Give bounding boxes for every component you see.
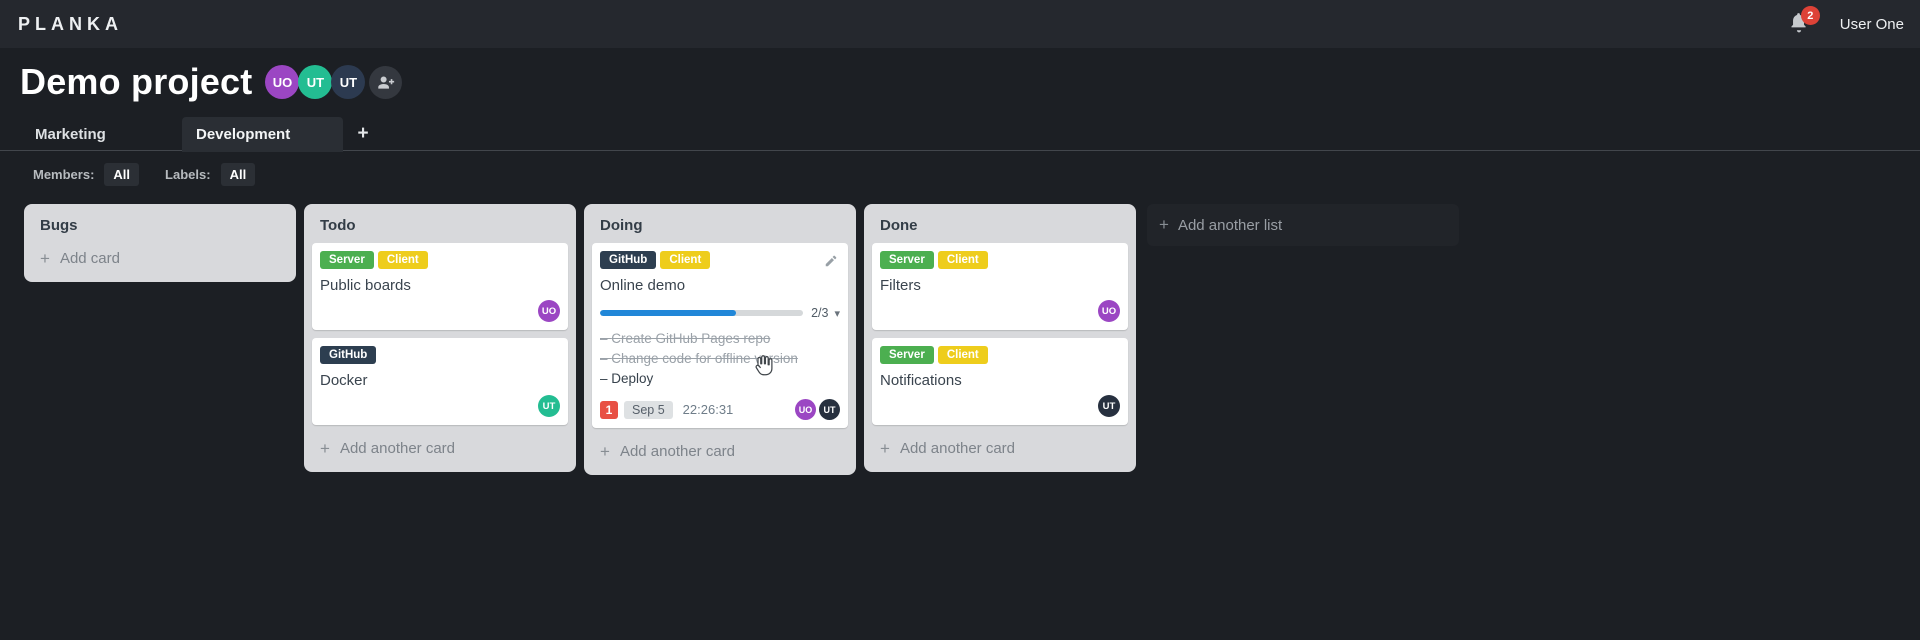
- task-item: Deploy: [600, 369, 840, 389]
- labels-filter-label: Labels:: [165, 166, 211, 182]
- task-progress: 2/3 ▾: [600, 306, 840, 320]
- notifications-button[interactable]: 2: [1788, 6, 1820, 36]
- add-card-label: Add another card: [899, 440, 1016, 457]
- label-github: GitHub: [320, 346, 377, 364]
- chevron-down-icon[interactable]: ▾: [834, 307, 840, 320]
- card-members: UT: [880, 395, 1120, 417]
- due-date-badge[interactable]: Sep 5: [624, 400, 673, 419]
- card-docker[interactable]: GitHub Docker UT: [312, 338, 568, 425]
- app-logo[interactable]: PLANKA: [18, 14, 123, 35]
- member-avatar[interactable]: UO: [265, 65, 300, 99]
- member-avatar: UT: [538, 395, 560, 417]
- member-avatar: UO: [1098, 300, 1120, 322]
- list-done: Done Server Client Filters UO Server Cli…: [864, 204, 1136, 472]
- list-bugs: Bugs + Add card: [24, 204, 296, 282]
- timer-value[interactable]: 22:26:31: [683, 402, 734, 417]
- card-title: Public boards: [320, 277, 411, 294]
- label-client: Client: [377, 251, 428, 269]
- label-server: Server: [880, 251, 934, 269]
- list-title[interactable]: Doing: [592, 212, 848, 243]
- add-card-label: Add card: [59, 250, 120, 267]
- member-avatar[interactable]: UT: [331, 65, 366, 99]
- card-footer: 1 Sep 5 22:26:31 UO UT: [600, 399, 840, 420]
- board-tabs: Marketing Development +: [0, 117, 1920, 152]
- members-filter-value[interactable]: All: [104, 162, 140, 186]
- card-title: Filters: [880, 277, 921, 294]
- labels-filter-value[interactable]: All: [220, 162, 256, 186]
- card-labels: Server Client: [880, 346, 1120, 364]
- task-item: Create GitHub Pages repo: [600, 329, 840, 349]
- label-github: GitHub: [600, 251, 657, 269]
- plus-icon: +: [1159, 215, 1169, 234]
- member-avatar: UO: [538, 300, 560, 322]
- card-labels: Server Client: [320, 251, 560, 269]
- add-member-button[interactable]: [369, 65, 403, 99]
- add-list-label: Add another list: [1177, 216, 1283, 234]
- card-members: UT: [320, 395, 560, 417]
- task-item: Change code for offline version: [600, 349, 840, 369]
- card-notifications[interactable]: Server Client Notifications UT: [872, 338, 1128, 425]
- list-title[interactable]: Done: [872, 212, 1128, 243]
- add-card-label: Add another card: [619, 443, 736, 460]
- member-avatar: UT: [819, 399, 840, 420]
- edit-card-button[interactable]: [824, 254, 838, 273]
- topbar-right: 2 User One: [1788, 6, 1904, 36]
- add-another-card-button[interactable]: + Add another card: [872, 433, 1128, 464]
- task-list: Create GitHub Pages repo Change code for…: [600, 329, 840, 389]
- card-members: UO: [320, 300, 560, 322]
- pencil-icon: [825, 255, 837, 267]
- add-another-list-button[interactable]: + Add another list: [1147, 204, 1459, 246]
- add-card-label: Add another card: [339, 440, 456, 457]
- add-another-card-button[interactable]: + Add another card: [592, 436, 848, 467]
- project-header: Demo project UO UT UT: [0, 48, 1920, 116]
- person-plus-icon: [378, 76, 395, 89]
- progress-count: 2/3: [811, 306, 829, 320]
- plus-icon: +: [320, 438, 330, 458]
- card-members: UO UT: [795, 399, 840, 420]
- label-server: Server: [880, 346, 934, 364]
- project-members: UO UT UT: [265, 65, 403, 99]
- notification-badge: 2: [1800, 6, 1820, 25]
- card-public-boards[interactable]: Server Client Public boards UO: [312, 243, 568, 330]
- label-client: Client: [937, 251, 988, 269]
- card-labels: GitHub Client: [600, 251, 840, 269]
- card-notification-badge: 1: [600, 400, 618, 419]
- tab-marketing[interactable]: Marketing: [21, 117, 182, 151]
- plus-icon: +: [880, 438, 890, 458]
- card-members: UO: [880, 300, 1120, 322]
- member-avatar[interactable]: UT: [298, 65, 333, 99]
- plus-icon: +: [600, 441, 610, 461]
- add-another-card-button[interactable]: + Add another card: [312, 433, 568, 464]
- member-avatar: UT: [1098, 395, 1120, 417]
- card-title: Online demo: [600, 277, 686, 294]
- card-title: Docker: [320, 372, 368, 389]
- members-filter-label: Members:: [33, 166, 95, 182]
- user-menu[interactable]: User One: [1840, 16, 1904, 33]
- tab-development[interactable]: Development: [182, 117, 343, 152]
- progress-bar: [600, 310, 804, 316]
- card-online-demo[interactable]: GitHub Client Online demo 2/3 ▾ Create G…: [592, 243, 848, 428]
- card-labels: GitHub: [320, 346, 560, 364]
- list-title[interactable]: Bugs: [32, 212, 288, 243]
- board: Bugs + Add card Todo Server Client Publi…: [24, 204, 1136, 475]
- plus-icon: +: [40, 248, 50, 268]
- list-title[interactable]: Todo: [312, 212, 568, 243]
- label-client: Client: [660, 251, 711, 269]
- card-filters[interactable]: Server Client Filters UO: [872, 243, 1128, 330]
- filter-bar: Members: All Labels: All: [0, 152, 1920, 196]
- member-avatar: UO: [795, 399, 816, 420]
- card-labels: Server Client: [880, 251, 1120, 269]
- page-title[interactable]: Demo project: [20, 61, 252, 103]
- top-bar: PLANKA 2 User One: [0, 0, 1920, 48]
- list-doing: Doing GitHub Client Online demo 2/3 ▾ C: [584, 204, 856, 475]
- card-title: Notifications: [880, 372, 962, 389]
- add-card-button[interactable]: + Add card: [32, 243, 288, 274]
- progress-fill: [600, 310, 737, 316]
- label-server: Server: [320, 251, 374, 269]
- add-board-button[interactable]: +: [347, 117, 379, 151]
- list-todo: Todo Server Client Public boards UO GitH…: [304, 204, 576, 472]
- label-client: Client: [937, 346, 988, 364]
